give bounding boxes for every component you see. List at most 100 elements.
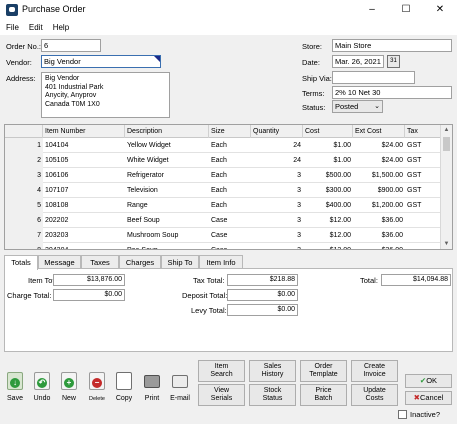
cost-cell[interactable]: $400.00 — [303, 198, 353, 213]
order-template-button[interactable]: Order Template — [300, 360, 347, 382]
col-ext-cost[interactable]: Ext Cost — [353, 125, 405, 138]
scroll-down-icon[interactable]: ▼ — [441, 239, 452, 249]
stock-status-button[interactable]: Stock Status — [249, 384, 296, 406]
description-cell[interactable]: Refrigerator — [125, 168, 209, 183]
col-quantity[interactable]: Quantity — [251, 125, 303, 138]
size-cell[interactable]: Case — [209, 228, 251, 243]
quantity-cell[interactable]: 24 — [251, 153, 303, 168]
copy-button[interactable]: Copy — [113, 370, 135, 404]
tab-message[interactable]: Message — [38, 255, 81, 269]
delete-button[interactable]: − Delete — [86, 370, 108, 404]
sales-history-button[interactable]: Sales History — [249, 360, 296, 382]
store-field[interactable]: Main Store — [332, 39, 452, 52]
quantity-cell[interactable]: 3 — [251, 198, 303, 213]
cancel-button[interactable]: ✖Cancel — [405, 391, 452, 405]
table-row[interactable]: 1 104104 Yellow Widget Each 24 $1.00 $24.00 GST — [5, 138, 441, 153]
quantity-cell[interactable]: 3 — [251, 228, 303, 243]
undo-button[interactable]: ↶ Undo — [31, 370, 53, 404]
col-item-number[interactable]: Item Number — [43, 125, 125, 138]
menu-file[interactable]: File — [0, 20, 23, 34]
save-button[interactable]: ↓ Save — [4, 370, 26, 404]
tax-cell[interactable]: GST — [405, 138, 441, 153]
table-row[interactable]: 5 108108 Range Each 3 $400.00 $1,200.00 GST — [5, 198, 441, 213]
items-grid[interactable]: Item Number Description Size Quantity Co… — [4, 124, 453, 250]
new-button[interactable]: + New — [58, 370, 80, 404]
scroll-thumb[interactable] — [443, 137, 450, 151]
table-row[interactable]: 7 203203 Mushroom Soup Case 3 $12.00 $36.00 — [5, 228, 441, 243]
col-size[interactable]: Size — [209, 125, 251, 138]
table-row[interactable]: 6 202202 Beef Soup Case 3 $12.00 $36.00 — [5, 213, 441, 228]
tax-cell[interactable]: GST — [405, 153, 441, 168]
item-number-cell[interactable]: 202202 — [43, 213, 125, 228]
quantity-cell[interactable]: 3 — [251, 168, 303, 183]
address-box[interactable]: Big Vendor 401 Industrial Park Anycity, … — [41, 72, 170, 118]
size-cell[interactable]: Each — [209, 198, 251, 213]
item-number-cell[interactable]: 106106 — [43, 168, 125, 183]
description-cell[interactable]: Range — [125, 198, 209, 213]
item-number-cell[interactable]: 203203 — [43, 228, 125, 243]
cost-cell[interactable]: $1.00 — [303, 153, 353, 168]
description-cell[interactable]: Pea Soup — [125, 243, 209, 249]
size-cell[interactable]: Each — [209, 153, 251, 168]
cost-cell[interactable]: $12.00 — [303, 228, 353, 243]
ship-via-field[interactable] — [332, 71, 415, 84]
minimize-button[interactable]: – — [355, 0, 389, 20]
view-serials-button[interactable]: View Serials — [198, 384, 245, 406]
price-batch-button[interactable]: Price Batch — [300, 384, 347, 406]
tax-cell[interactable]: GST — [405, 168, 441, 183]
size-cell[interactable]: Case — [209, 213, 251, 228]
email-button[interactable]: E-mail — [169, 370, 191, 404]
tab-ship-to[interactable]: Ship To — [161, 255, 199, 269]
cost-cell[interactable]: $12.00 — [303, 213, 353, 228]
terms-field[interactable]: 2% 10 Net 30 — [332, 86, 452, 99]
tax-cell[interactable] — [405, 213, 441, 228]
scroll-up-icon[interactable]: ▲ — [441, 125, 452, 135]
tab-charges[interactable]: Charges — [119, 255, 161, 269]
create-invoice-button[interactable]: Create Invoice — [351, 360, 398, 382]
quantity-cell[interactable]: 3 — [251, 183, 303, 198]
tax-cell[interactable]: GST — [405, 183, 441, 198]
tax-cell[interactable]: GST — [405, 198, 441, 213]
cost-cell[interactable]: $300.00 — [303, 183, 353, 198]
cost-cell[interactable]: $12.00 — [303, 243, 353, 249]
description-cell[interactable]: Beef Soup — [125, 213, 209, 228]
tab-totals[interactable]: Totals — [4, 255, 38, 270]
size-cell[interactable]: Case — [209, 243, 251, 249]
description-cell[interactable]: Mushroom Soup — [125, 228, 209, 243]
maximize-button[interactable]: ☐ — [389, 0, 423, 20]
tax-cell[interactable] — [405, 228, 441, 243]
print-button[interactable]: Print — [141, 370, 163, 404]
grid-scrollbar[interactable]: ▲ ▼ — [440, 125, 452, 249]
quantity-cell[interactable]: 24 — [251, 138, 303, 153]
inactive-checkbox[interactable] — [398, 410, 407, 419]
item-search-button[interactable]: Item Search — [198, 360, 245, 382]
ext-cost-cell[interactable]: $1,200.00 — [353, 198, 405, 213]
ext-cost-cell[interactable]: $24.00 — [353, 153, 405, 168]
date-field[interactable]: Mar. 26, 2021 — [332, 55, 384, 68]
col-description[interactable]: Description — [125, 125, 209, 138]
ok-button[interactable]: ✔OK — [405, 374, 452, 388]
status-select[interactable]: Posted ⌄ — [332, 100, 383, 113]
tab-taxes[interactable]: Taxes — [81, 255, 119, 269]
col-tax[interactable]: Tax — [405, 125, 441, 138]
table-row[interactable]: 4 107107 Television Each 3 $300.00 $900.00 GST — [5, 183, 441, 198]
close-button[interactable]: ✕ — [423, 0, 457, 20]
ext-cost-cell[interactable]: $36.00 — [353, 228, 405, 243]
table-row[interactable]: 3 106106 Refrigerator Each 3 $500.00 $1,500.00… — [5, 168, 441, 183]
size-cell[interactable]: Each — [209, 168, 251, 183]
item-number-cell[interactable]: 108108 — [43, 198, 125, 213]
menu-help[interactable]: Help — [47, 20, 73, 34]
ext-cost-cell[interactable]: $24.00 — [353, 138, 405, 153]
table-row[interactable]: 8204204Pea SoupCase3$12.00$36.00 — [5, 243, 441, 249]
calendar-icon[interactable]: 31 — [387, 55, 400, 68]
item-number-cell[interactable]: 105105 — [43, 153, 125, 168]
ext-cost-cell[interactable]: $1,500.00 — [353, 168, 405, 183]
description-cell[interactable]: Television — [125, 183, 209, 198]
ext-cost-cell[interactable]: $900.00 — [353, 183, 405, 198]
item-number-cell[interactable]: 107107 — [43, 183, 125, 198]
menu-edit[interactable]: Edit — [23, 20, 47, 34]
description-cell[interactable]: Yellow Widget — [125, 138, 209, 153]
size-cell[interactable]: Each — [209, 138, 251, 153]
cost-cell[interactable]: $500.00 — [303, 168, 353, 183]
col-cost[interactable]: Cost — [303, 125, 353, 138]
